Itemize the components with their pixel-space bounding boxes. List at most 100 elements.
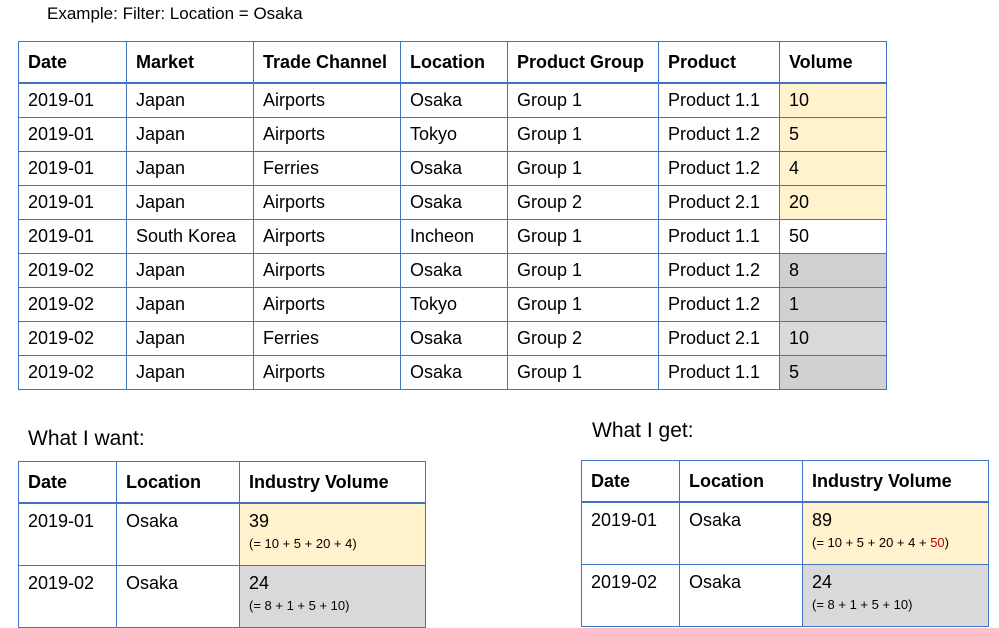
table-row: 2019-01 Japan Airports Tokyo Group 1 Product … <box>18 117 887 152</box>
column-header: Product <box>658 41 780 84</box>
source-data-table: Date Market Trade Channel Location Produ… <box>18 41 887 390</box>
date-cell: 2019-02 <box>18 253 127 288</box>
volume-cell: 50 <box>779 219 887 254</box>
trade-channel-cell: Ferries <box>253 151 401 186</box>
product-group-cell: Group 1 <box>507 117 659 152</box>
table-row: 2019-01 Osaka 39 (= 10 + 5 + 20 + 4) <box>18 502 426 566</box>
product-cell: Product 1.1 <box>658 219 780 254</box>
industry-volume-cell: 89 (= 10 + 5 + 20 + 4 + 50) <box>802 501 989 565</box>
volume-value: 24 <box>249 573 270 593</box>
want-heading: What I want: <box>28 427 145 450</box>
trade-channel-cell: Airports <box>253 355 401 390</box>
trade-channel-cell: Airports <box>253 185 401 220</box>
product-group-cell: Group 1 <box>507 253 659 288</box>
column-header: Date <box>18 41 127 84</box>
industry-volume-cell: 24 (= 8 + 1 + 5 + 10) <box>239 565 426 628</box>
location-cell: Tokyo <box>400 117 508 152</box>
date-cell: 2019-02 <box>18 565 117 628</box>
location-cell: Osaka <box>400 321 508 356</box>
product-group-cell: Group 1 <box>507 287 659 322</box>
extra-value-highlight: 50 <box>930 535 945 550</box>
industry-volume-cell: 24 (= 8 + 1 + 5 + 10) <box>802 564 989 627</box>
table-row: 2019-02 Osaka 24 (= 8 + 1 + 5 + 10) <box>581 564 989 627</box>
location-cell: Osaka <box>400 151 508 186</box>
column-header: Market <box>126 41 254 84</box>
location-cell: Osaka <box>400 82 508 118</box>
market-cell: Japan <box>126 253 254 288</box>
product-group-cell: Group 1 <box>507 82 659 118</box>
date-cell: 2019-01 <box>581 501 680 565</box>
volume-cell: 10 <box>779 82 887 118</box>
trade-channel-cell: Airports <box>253 117 401 152</box>
date-cell: 2019-02 <box>18 287 127 322</box>
product-cell: Product 2.1 <box>658 185 780 220</box>
volume-formula: (= 10 + 5 + 20 + 4 + 50) <box>812 535 988 550</box>
market-cell: Japan <box>126 321 254 356</box>
table-row: 2019-01 Osaka 89 (= 10 + 5 + 20 + 4 + 50… <box>581 501 989 565</box>
volume-cell: 10 <box>779 321 887 356</box>
table-row: 2019-02 Japan Airports Osaka Group 1 Product … <box>18 355 887 390</box>
formula-text: (= 10 + 5 + 20 + 4 + <box>812 535 931 550</box>
date-cell: 2019-02 <box>18 321 127 356</box>
formula-close: ) <box>944 535 949 550</box>
table-header-row: Date Location Industry Volume <box>581 460 989 503</box>
market-cell: Japan <box>126 287 254 322</box>
volume-value: 24 <box>812 572 833 592</box>
expected-result-table: Date Location Industry Volume 2019-01 Os… <box>18 461 426 628</box>
location-cell: Osaka <box>116 502 240 566</box>
table-header-row: Date Location Industry Volume <box>18 461 426 504</box>
example-caption: Example: Filter: Location = Osaka <box>47 4 303 23</box>
trade-channel-cell: Airports <box>253 219 401 254</box>
volume-formula: (= 10 + 5 + 20 + 4) <box>249 536 357 551</box>
volume-formula: (= 8 + 1 + 5 + 10) <box>812 597 913 612</box>
table-row: 2019-02 Japan Ferries Osaka Group 2 Product 2… <box>18 321 887 356</box>
table-row: 2019-01 South Korea Airports Incheon Group 1… <box>18 219 887 254</box>
product-cell: Product 1.1 <box>658 355 780 390</box>
column-header: Location <box>679 460 803 503</box>
date-cell: 2019-01 <box>18 185 127 220</box>
location-cell: Osaka <box>679 564 803 627</box>
date-cell: 2019-01 <box>18 117 127 152</box>
table-row: 2019-02 Japan Airports Osaka Group 1 Product … <box>18 253 887 288</box>
volume-cell: 4 <box>779 151 887 186</box>
volume-value: 89 <box>812 510 833 530</box>
product-group-cell: Group 2 <box>507 185 659 220</box>
location-cell: Osaka <box>679 501 803 565</box>
date-cell: 2019-01 <box>18 502 117 566</box>
table-row: 2019-02 Osaka 24 (= 8 + 1 + 5 + 10) <box>18 565 426 628</box>
industry-volume-cell: 39 (= 10 + 5 + 20 + 4) <box>239 502 426 566</box>
volume-cell: 5 <box>779 355 887 390</box>
trade-channel-cell: Airports <box>253 287 401 322</box>
column-header: Trade Channel <box>253 41 401 84</box>
location-cell: Osaka <box>116 565 240 628</box>
volume-value: 39 <box>249 511 270 531</box>
date-cell: 2019-01 <box>18 151 127 186</box>
market-cell: Japan <box>126 185 254 220</box>
market-cell: South Korea <box>126 219 254 254</box>
product-cell: Product 1.2 <box>658 287 780 322</box>
product-cell: Product 1.2 <box>658 253 780 288</box>
product-group-cell: Group 1 <box>507 219 659 254</box>
table-header-row: Date Market Trade Channel Location Produ… <box>18 41 887 84</box>
trade-channel-cell: Airports <box>253 253 401 288</box>
volume-cell: 20 <box>779 185 887 220</box>
date-cell: 2019-01 <box>18 82 127 118</box>
volume-formula: (= 8 + 1 + 5 + 10) <box>249 598 350 613</box>
date-cell: 2019-01 <box>18 219 127 254</box>
column-header: Location <box>400 41 508 84</box>
get-heading: What I get: <box>592 419 694 442</box>
trade-channel-cell: Airports <box>253 82 401 118</box>
product-cell: Product 1.1 <box>658 82 780 118</box>
actual-result-table: Date Location Industry Volume 2019-01 Os… <box>581 460 989 627</box>
market-cell: Japan <box>126 355 254 390</box>
location-cell: Tokyo <box>400 287 508 322</box>
market-cell: Japan <box>126 151 254 186</box>
column-header: Product Group <box>507 41 659 84</box>
location-cell: Osaka <box>400 253 508 288</box>
table-row: 2019-01 Japan Airports Osaka Group 2 Product … <box>18 185 887 220</box>
location-cell: Incheon <box>400 219 508 254</box>
date-cell: 2019-02 <box>581 564 680 627</box>
column-header: Industry Volume <box>802 460 989 503</box>
product-group-cell: Group 1 <box>507 151 659 186</box>
column-header: Location <box>116 461 240 504</box>
